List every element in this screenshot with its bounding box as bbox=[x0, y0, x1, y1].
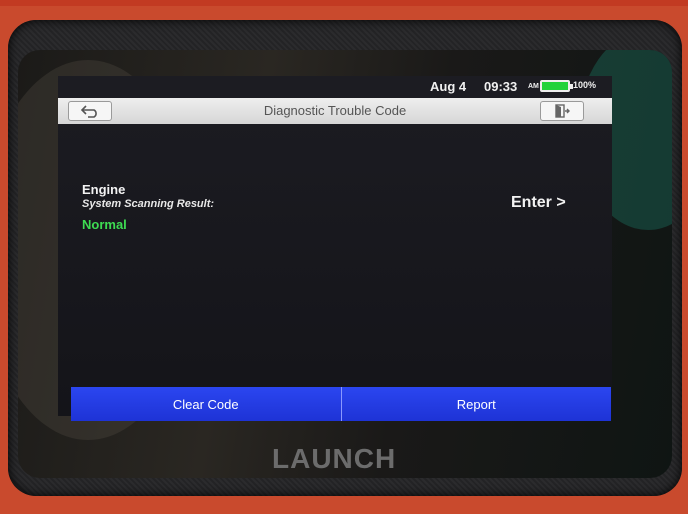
clear-code-button[interactable]: Clear Code bbox=[71, 387, 341, 421]
enter-button[interactable]: Enter > bbox=[511, 194, 566, 212]
exit-button[interactable] bbox=[540, 101, 584, 121]
system-name: Engine bbox=[82, 182, 126, 197]
battery-icon bbox=[540, 80, 573, 92]
status-date: Aug 4 bbox=[430, 79, 467, 94]
status-time: 09:33 bbox=[484, 79, 518, 94]
exit-door-icon bbox=[555, 104, 570, 118]
app-screen: Aug 4 09:33 AM 100% Diagnostic Trouble C… bbox=[58, 76, 612, 416]
battery-level: 100% bbox=[573, 80, 597, 90]
status-bar: Aug 4 09:33 AM 100% bbox=[58, 76, 612, 96]
status-ampm: AM bbox=[528, 83, 539, 90]
action-bar: Clear Code Report bbox=[71, 387, 611, 421]
scan-result-status: Normal bbox=[82, 217, 127, 232]
page-title: Diagnostic Trouble Code bbox=[263, 103, 407, 118]
brand-logo: LAUNCH bbox=[272, 443, 397, 474]
device-frame: Aug 4 09:33 AM 100% Diagnostic Trouble C… bbox=[0, 6, 688, 514]
scan-result-label: System Scanning Result: bbox=[82, 198, 215, 210]
report-button[interactable]: Report bbox=[340, 387, 611, 421]
title-bar: Diagnostic Trouble Code bbox=[58, 98, 612, 124]
